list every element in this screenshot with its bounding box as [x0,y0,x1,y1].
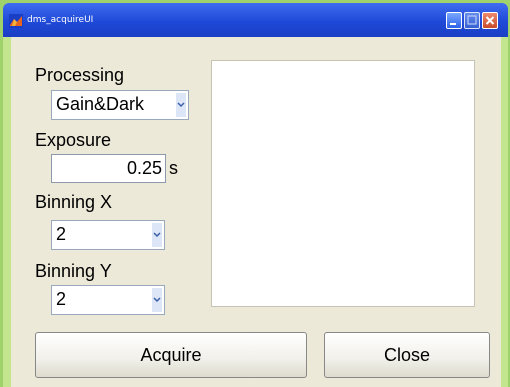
close-window-button[interactable] [482,12,498,29]
binning-x-select-value: 2 [56,224,67,244]
binning-x-label: Binning X [35,192,113,212]
matlab-figure-icon [9,14,23,28]
image-preview-area [211,60,475,307]
binning-y-label: Binning Y [35,261,112,281]
processing-label: Processing [35,65,125,85]
window-title: dms_acquireUI [27,15,94,25]
processing-select-value: Gain&Dark [56,94,145,114]
close-icon [485,16,495,25]
binning-x-select[interactable]: 2 [51,220,165,250]
title-bar[interactable]: dms_acquireUI [3,3,508,37]
maximize-icon [467,15,477,25]
processing-select[interactable]: Gain&Dark [51,90,189,120]
binning-y-select-value: 2 [56,289,67,309]
figure-panel: Processing Gain&Dark Exposure 0.25 s Bin… [11,37,501,387]
minimize-button[interactable] [446,12,462,29]
acquire-button[interactable]: Acquire [35,332,307,378]
chevron-down-icon[interactable] [152,223,162,247]
maximize-button[interactable] [464,12,480,29]
exposure-label: Exposure [35,130,112,150]
minimize-icon [450,23,456,25]
binning-y-select[interactable]: 2 [51,285,165,315]
exposure-input-value: 0.25 [126,158,162,178]
chevron-down-icon[interactable] [152,288,162,312]
exposure-unit: s [169,158,178,178]
close-button[interactable]: Close [324,332,490,378]
exposure-input[interactable]: 0.25 [51,154,166,183]
app-window: dms_acquireUI Processing Gain&Dark Expos… [3,3,508,387]
chevron-down-icon[interactable] [176,93,186,117]
